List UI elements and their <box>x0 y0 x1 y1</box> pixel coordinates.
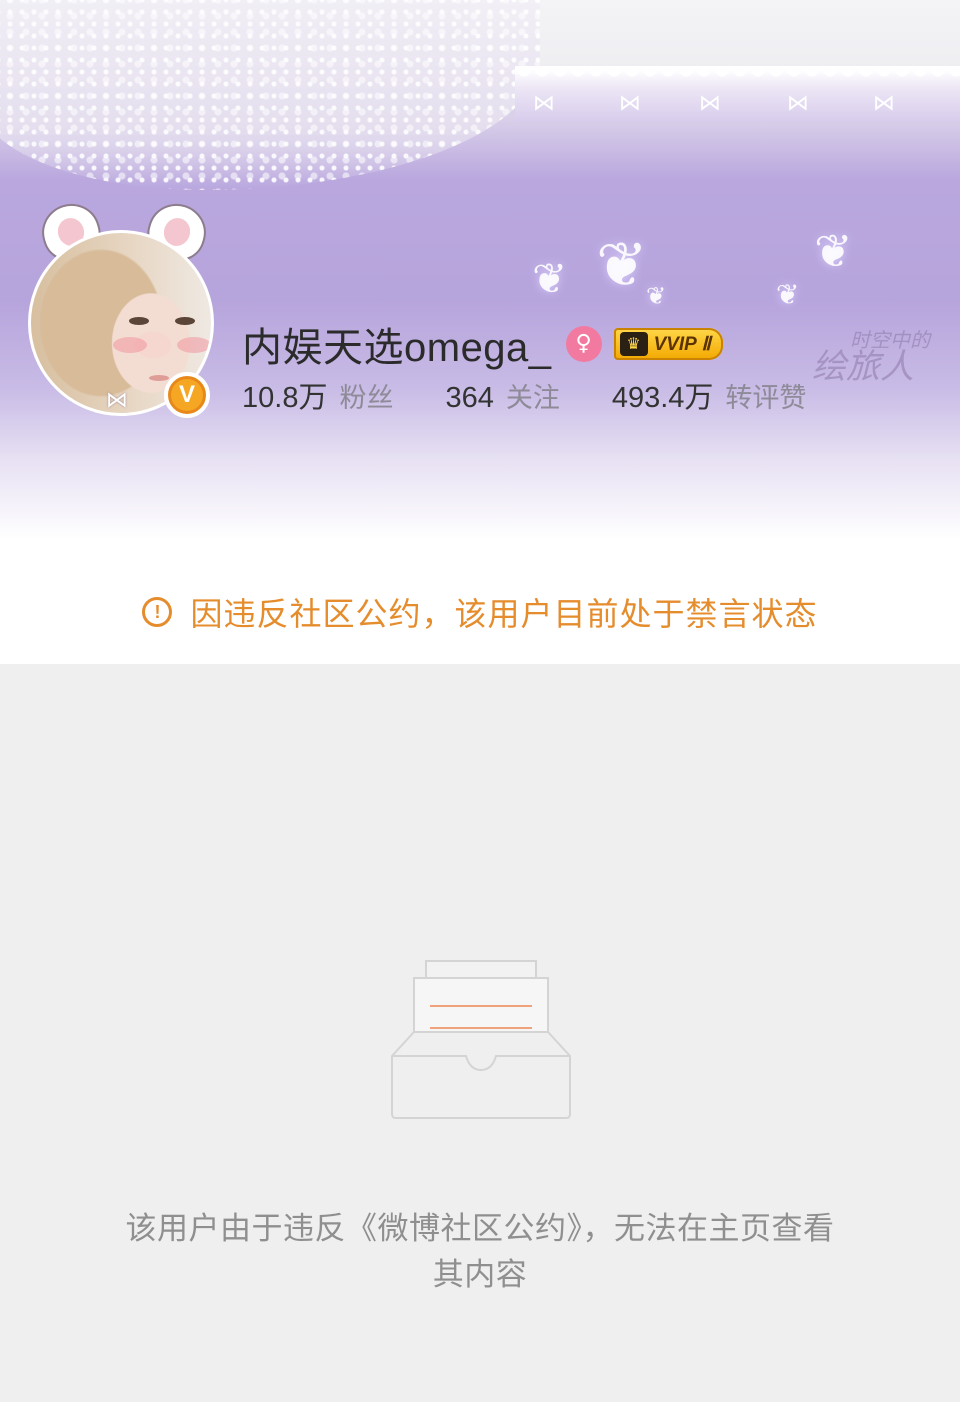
vvip-badge[interactable]: ♛ VVIP Ⅱ <box>613 328 723 360</box>
avatar-eye <box>175 317 195 325</box>
butterfly-icon: ❦ <box>646 282 667 310</box>
stat-value: 493.4万 <box>611 382 714 414</box>
vvip-label: VVIP Ⅱ <box>653 333 711 355</box>
butterfly-icon: ❦ <box>776 278 800 311</box>
profile-name-row: 内娱天选omega_ ♀ ♛ VVIP Ⅱ <box>242 316 723 372</box>
empty-state-line-1: 该用户由于违反《微博社区公约》，无法在主页查看 <box>125 1211 835 1247</box>
stat-followers[interactable]: 10.8万 粉丝 <box>242 374 393 416</box>
lace-decoration-left <box>0 0 540 190</box>
stat-label: 转评赞 <box>725 383 807 413</box>
bow-icon: ⋈ <box>619 91 641 116</box>
mute-notice-bar: ! 因违反社区公约，该用户目前处于禁言状态 <box>0 560 960 664</box>
avatar-mouth <box>149 375 169 381</box>
empty-state-line-2: 其内容 <box>432 1257 528 1293</box>
stat-reposts-comments-likes: 493.4万 转评赞 <box>612 374 807 416</box>
stat-value: 10.8万 <box>242 382 328 414</box>
lace-decoration-top <box>470 0 960 72</box>
cover-watermark-logo: 时空中的 绘旅人 <box>812 330 930 384</box>
empty-state-message: 该用户由于违反《微博社区公约》，无法在主页查看 其内容 <box>0 1206 960 1298</box>
avatar-eye <box>129 317 149 325</box>
stat-following[interactable]: 364 关注 <box>445 376 559 415</box>
crown-icon: ♛ <box>619 332 648 356</box>
bow-icon: ⋈ <box>787 91 809 116</box>
verified-badge-icon: V <box>164 372 210 418</box>
stat-value: 364 <box>445 381 494 414</box>
warning-icon: ! <box>142 597 173 627</box>
avatar-blush <box>113 337 147 353</box>
butterfly-icon: ❦ <box>596 228 648 301</box>
mute-notice-text: 因违反社区公约，该用户目前处于禁言状态 <box>190 595 818 633</box>
profile-stats: 10.8万 粉丝 364 关注 493.4万 转评赞 <box>242 374 806 416</box>
empty-inbox-icon <box>390 958 572 1120</box>
butterfly-icon: ❦ <box>532 254 568 303</box>
bow-icon: ⋈ <box>873 91 895 116</box>
avatar-blush <box>177 337 211 353</box>
butterfly-icon: ❦ <box>814 224 853 278</box>
bow-icon: ⋈ <box>533 91 555 116</box>
bow-icon: ⋈ <box>699 91 721 116</box>
stat-label: 粉丝 <box>339 383 394 413</box>
female-icon: ♀ <box>565 326 602 362</box>
username: 内娱天选omega_ <box>242 326 552 370</box>
stat-label: 关注 <box>505 382 560 413</box>
avatar-container[interactable]: ⋈ V <box>28 196 218 420</box>
watermark-line-2: 绘旅人 <box>812 347 914 387</box>
ribbon-band-decoration: ⋈ ⋈ ⋈ ⋈ ⋈ <box>515 66 960 122</box>
avatar-bow-icon: ⋈ <box>106 388 128 413</box>
